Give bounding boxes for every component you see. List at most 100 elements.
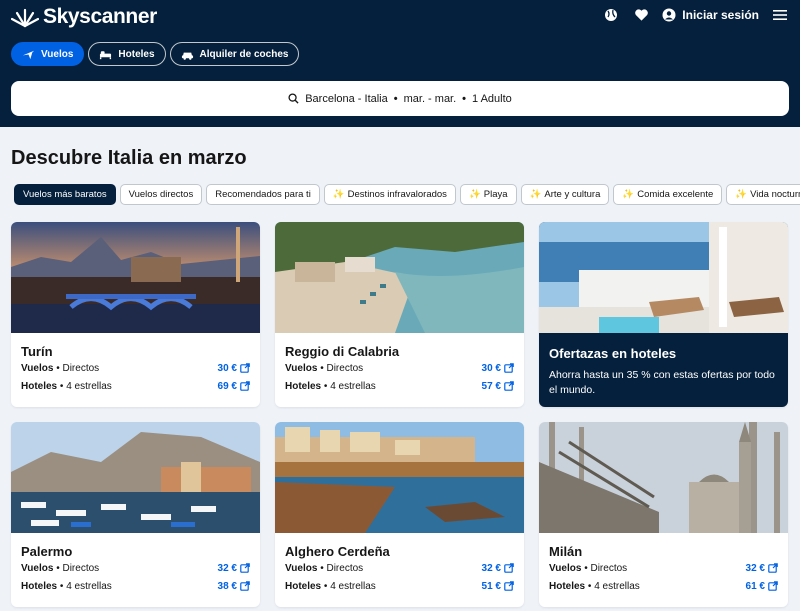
separator: • [393, 92, 398, 105]
destination-card-milan[interactable]: Milán Vuelos • Directos 32 € Hoteles • 4… [539, 422, 788, 607]
hotels-label: Hoteles [285, 380, 322, 392]
flights-label: Vuelos [21, 362, 54, 374]
sun-logo-icon [11, 8, 39, 28]
filter-chips: Vuelos más baratos Vuelos directos Recom… [14, 184, 800, 205]
flights-detail: Directos [326, 362, 364, 374]
filter-label: Vuelos más baratos [23, 189, 107, 200]
brand-name: Skyscanner [43, 5, 157, 28]
price-value: 57 € [481, 380, 501, 392]
tab-car-hire-label: Alquiler de coches [199, 48, 289, 60]
search-icon [288, 93, 299, 104]
filter-underrated[interactable]: ✨ Destinos infravalorados [323, 184, 456, 205]
destination-card-palermo[interactable]: Palermo Vuelos • Directos 32 € Hoteles •… [11, 422, 260, 607]
filter-food[interactable]: ✨ Comida excelente [613, 184, 723, 205]
destination-name: Turín [21, 344, 53, 359]
car-icon [181, 52, 193, 60]
external-link-icon [240, 381, 250, 391]
globe-icon[interactable] [602, 6, 620, 24]
external-link-icon [504, 563, 514, 573]
flights-label: Vuelos [285, 362, 318, 374]
filter-cheapest[interactable]: Vuelos más baratos [14, 184, 116, 205]
flight-price[interactable]: 32 € [218, 563, 250, 574]
hotel-price[interactable]: 61 € [746, 581, 778, 592]
flights-label: Vuelos [549, 562, 582, 574]
filter-beach[interactable]: ✨ Playa [459, 184, 517, 205]
flights-info: Vuelos • Directos [549, 562, 628, 574]
hotel-price[interactable]: 38 € [218, 581, 250, 592]
flights-info: Vuelos • Directos [21, 562, 100, 574]
flights-row[interactable]: Vuelos • Directos 32 € [285, 559, 514, 577]
filter-recommended[interactable]: Recomendados para ti [206, 184, 320, 205]
skyscanner-logo[interactable]: Skyscanner [11, 5, 157, 29]
hotels-row[interactable]: Hoteles • 4 estrellas 38 € [21, 577, 250, 595]
search-summary-bar[interactable]: Barcelona - Italia • mar. - mar. • 1 Adu… [11, 81, 789, 116]
bed-icon [100, 50, 112, 59]
hotels-label: Hoteles [21, 380, 58, 392]
filter-direct[interactable]: Vuelos directos [119, 184, 203, 205]
hotels-detail: 4 estrellas [594, 580, 640, 592]
header-actions: Iniciar sesión [602, 6, 789, 24]
flight-price[interactable]: 32 € [746, 563, 778, 574]
destination-name: Alghero Cerdeña [285, 544, 390, 559]
tab-flights-label: Vuelos [41, 48, 74, 60]
sparkle-icon: ✨ [622, 189, 635, 200]
external-link-icon [504, 581, 514, 591]
hotels-info: Hoteles • 4 estrellas [285, 380, 376, 392]
menu-icon[interactable] [771, 6, 789, 24]
filter-label: Recomendados para ti [215, 189, 311, 200]
top-header: Skyscanner Iniciar sesión Vuelos Hoteles… [0, 0, 800, 127]
external-link-icon [504, 381, 514, 391]
flight-price[interactable]: 32 € [482, 563, 514, 574]
flights-label: Vuelos [21, 562, 54, 574]
price-value: 51 € [481, 580, 501, 592]
external-link-icon [768, 563, 778, 573]
destination-card-reggio-di-calabria[interactable]: Reggio di Calabria Vuelos • Directos 30 … [275, 222, 524, 407]
sparkle-icon: ✨ [529, 189, 542, 200]
hotels-row[interactable]: Hoteles • 4 estrellas 61 € [549, 577, 778, 595]
hotel-deals-promo-card[interactable]: Ofertazas en hoteles Ahorra hasta un 35 … [539, 222, 788, 407]
signin-button[interactable]: Iniciar sesión [662, 8, 759, 22]
hotels-detail: 4 estrellas [66, 380, 112, 392]
hotels-info: Hoteles • 4 estrellas [285, 580, 376, 592]
hotels-label: Hoteles [549, 580, 586, 592]
flights-detail: Directos [590, 562, 628, 574]
tab-car-hire[interactable]: Alquiler de coches [169, 42, 300, 66]
price-value: 30 € [481, 362, 501, 374]
flights-row[interactable]: Vuelos • Directos 32 € [21, 559, 250, 577]
flight-price[interactable]: 30 € [218, 363, 250, 374]
flights-info: Vuelos • Directos [285, 562, 364, 574]
flights-detail: Directos [326, 562, 364, 574]
filter-label: Vida nocturna y [750, 189, 800, 200]
hotels-row[interactable]: Hoteles • 4 estrellas 57 € [285, 377, 514, 395]
heart-icon[interactable] [632, 6, 650, 24]
filter-label: Comida excelente [637, 189, 714, 200]
plane-icon [22, 50, 35, 59]
search-dates: mar. - mar. [403, 92, 457, 105]
flights-row[interactable]: Vuelos • Directos 30 € [285, 359, 514, 377]
hotel-price[interactable]: 69 € [218, 381, 250, 392]
search-destination: Barcelona - Italia [305, 92, 388, 105]
filter-art-culture[interactable]: ✨ Arte y cultura [520, 184, 610, 205]
flights-row[interactable]: Vuelos • Directos 30 € [21, 359, 250, 377]
destination-card-alghero[interactable]: Alghero Cerdeña Vuelos • Directos 32 € H… [275, 422, 524, 607]
flights-row[interactable]: Vuelos • Directos 32 € [549, 559, 778, 577]
tab-hotels[interactable]: Hoteles [88, 42, 166, 66]
tab-flights[interactable]: Vuelos [11, 42, 85, 66]
hotels-row[interactable]: Hoteles • 4 estrellas 51 € [285, 577, 514, 595]
user-icon [662, 8, 676, 22]
filter-label: Playa [483, 189, 508, 200]
filter-nightlife[interactable]: ✨Vida nocturna y [726, 184, 800, 205]
sparkle-icon: ✨ [332, 189, 345, 200]
destination-name: Milán [549, 544, 583, 559]
price-value: 32 € [217, 562, 237, 574]
destination-grid: Turín Vuelos • Directos 30 € Hoteles • 4… [11, 222, 790, 607]
hotels-row[interactable]: Hoteles • 4 estrellas 69 € [21, 377, 250, 395]
flight-price[interactable]: 30 € [482, 363, 514, 374]
destination-card-turin[interactable]: Turín Vuelos • Directos 30 € Hoteles • 4… [11, 222, 260, 407]
flights-label: Vuelos [285, 562, 318, 574]
external-link-icon [768, 581, 778, 591]
hotel-price[interactable]: 51 € [482, 581, 514, 592]
filter-label: Arte y cultura [544, 189, 601, 200]
hotel-price[interactable]: 57 € [482, 381, 514, 392]
destination-name: Reggio di Calabria [285, 344, 400, 359]
